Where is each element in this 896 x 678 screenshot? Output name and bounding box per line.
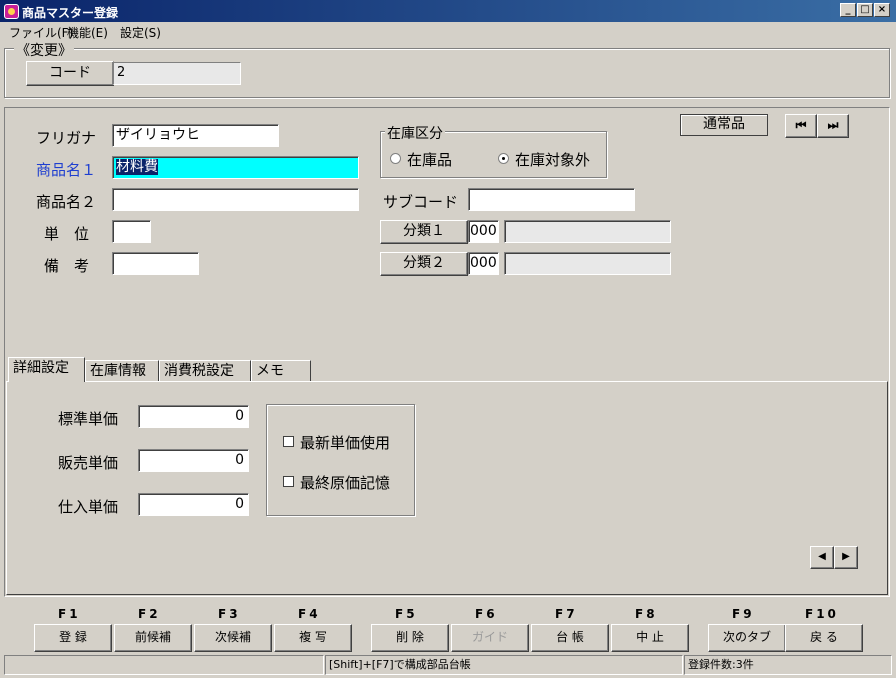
purchase-price-label: 仕入単価 [58, 498, 119, 516]
code-field[interactable]: 2 [113, 62, 241, 85]
status-hint: [Shift]+[F7]で構成部品台帳 [325, 655, 683, 675]
product-name2-label: 商品名２ [36, 193, 97, 211]
menu-settings[interactable]: 設定(S) [120, 24, 161, 41]
non-stock-label: 在庫対象外 [515, 151, 591, 169]
fkey-label-f10: F10 [805, 607, 839, 621]
sales-price-input[interactable]: 0 [138, 449, 249, 472]
class2-name-field [504, 252, 671, 275]
scroll-right-button[interactable]: ▶ [834, 546, 858, 569]
arrow-right-icon: ▶ [842, 551, 850, 562]
menu-file[interactable]: ファイル(F) [9, 24, 73, 41]
product-name2-input[interactable] [112, 188, 359, 211]
product-name1-label: 商品名１ [36, 161, 97, 179]
f8-cancel-button[interactable]: 中 止 [611, 624, 689, 652]
stock-item-label: 在庫品 [407, 151, 453, 169]
nav-last-button[interactable]: ⏭ [817, 114, 849, 138]
f2-prev-candidate-button[interactable]: 前候補 [114, 624, 192, 652]
standard-price-input[interactable]: 0 [138, 405, 249, 428]
furigana-label: フリガナ [36, 129, 97, 147]
stock-item-radio[interactable] [390, 153, 401, 164]
fkey-label-f8: F8 [635, 607, 658, 621]
f9-next-tab-button[interactable]: 次のタブ [708, 624, 786, 652]
nav-first-button[interactable]: ⏮ [785, 114, 817, 138]
fkey-label-f7: F7 [555, 607, 578, 621]
furigana-input[interactable]: ザイリョウヒ [112, 124, 279, 147]
mode-legend: 《変更》 [14, 40, 74, 60]
maximize-button[interactable]: □ [857, 3, 873, 17]
class2-button[interactable]: 分類２ [380, 252, 468, 276]
subcode-label: サブコード [383, 193, 459, 211]
fkey-label-f1: F1 [58, 607, 81, 621]
product-type-button[interactable]: 通常品 [680, 114, 768, 136]
fkey-label-f5: F5 [395, 607, 418, 621]
tab-tax-settings[interactable]: 消費税設定 [159, 360, 251, 382]
unit-input[interactable] [112, 220, 151, 243]
final-cost-label: 最終原価記憶 [300, 474, 391, 492]
f5-delete-button[interactable]: 削 除 [371, 624, 449, 652]
fkey-label-f9: F9 [732, 607, 755, 621]
class1-code-input[interactable]: 000 [468, 220, 499, 243]
menu-function[interactable]: 機能(E) [67, 24, 108, 41]
tab-detail-settings[interactable]: 詳細設定 [8, 357, 85, 382]
class1-button[interactable]: 分類１ [380, 220, 468, 244]
status-record-count: 登録件数:3件 [684, 655, 892, 675]
class2-code-input[interactable]: 000 [468, 252, 499, 275]
scroll-left-button[interactable]: ◀ [810, 546, 834, 569]
skip-forward-icon: ⏭ [827, 118, 839, 132]
status-empty-cell [4, 655, 324, 675]
non-stock-radio[interactable] [498, 153, 509, 164]
price-options-box [266, 404, 415, 516]
f10-back-button[interactable]: 戻 る [785, 624, 863, 652]
tab-memo[interactable]: メモ [251, 360, 311, 382]
tab-stock-info[interactable]: 在庫情報 [85, 360, 159, 382]
fkey-label-f3: F3 [218, 607, 241, 621]
close-button[interactable]: × [874, 3, 890, 17]
product-name1-input[interactable]: 材料費 [112, 156, 359, 179]
stock-type-legend: 在庫区分 [385, 123, 445, 143]
fkey-label-f6: F6 [475, 607, 498, 621]
unit-label: 単 位 [44, 225, 90, 243]
standard-price-label: 標準単価 [58, 410, 119, 428]
title-bar[interactable]: 商品マスター登録 _ □ × [0, 0, 896, 22]
fkey-label-f4: F4 [298, 607, 321, 621]
latest-price-label: 最新単価使用 [300, 434, 391, 452]
skip-back-icon: ⏮ [795, 118, 807, 132]
f4-copy-button[interactable]: 複 写 [274, 624, 352, 652]
menu-bar: ファイル(F) 機能(E) 設定(S) [0, 22, 896, 40]
window-title: 商品マスター登録 [22, 6, 119, 20]
subcode-input[interactable] [468, 188, 635, 211]
f6-guide-button[interactable]: ガイド [451, 624, 529, 652]
latest-price-checkbox[interactable] [283, 436, 294, 447]
sales-price-label: 販売単価 [58, 454, 119, 472]
f3-next-candidate-button[interactable]: 次候補 [194, 624, 272, 652]
note-input[interactable] [112, 252, 199, 275]
purchase-price-input[interactable]: 0 [138, 493, 249, 516]
app-icon [4, 4, 19, 19]
minimize-button[interactable]: _ [840, 3, 856, 17]
note-label: 備 考 [44, 257, 90, 275]
arrow-left-icon: ◀ [818, 551, 826, 562]
fkey-label-f2: F2 [138, 607, 161, 621]
class1-name-field [504, 220, 671, 243]
code-button[interactable]: コード [26, 61, 114, 86]
f1-register-button[interactable]: 登 録 [34, 624, 112, 652]
f7-ledger-button[interactable]: 台 帳 [531, 624, 609, 652]
product-name1-value: 材料費 [116, 159, 158, 175]
final-cost-checkbox[interactable] [283, 476, 294, 487]
